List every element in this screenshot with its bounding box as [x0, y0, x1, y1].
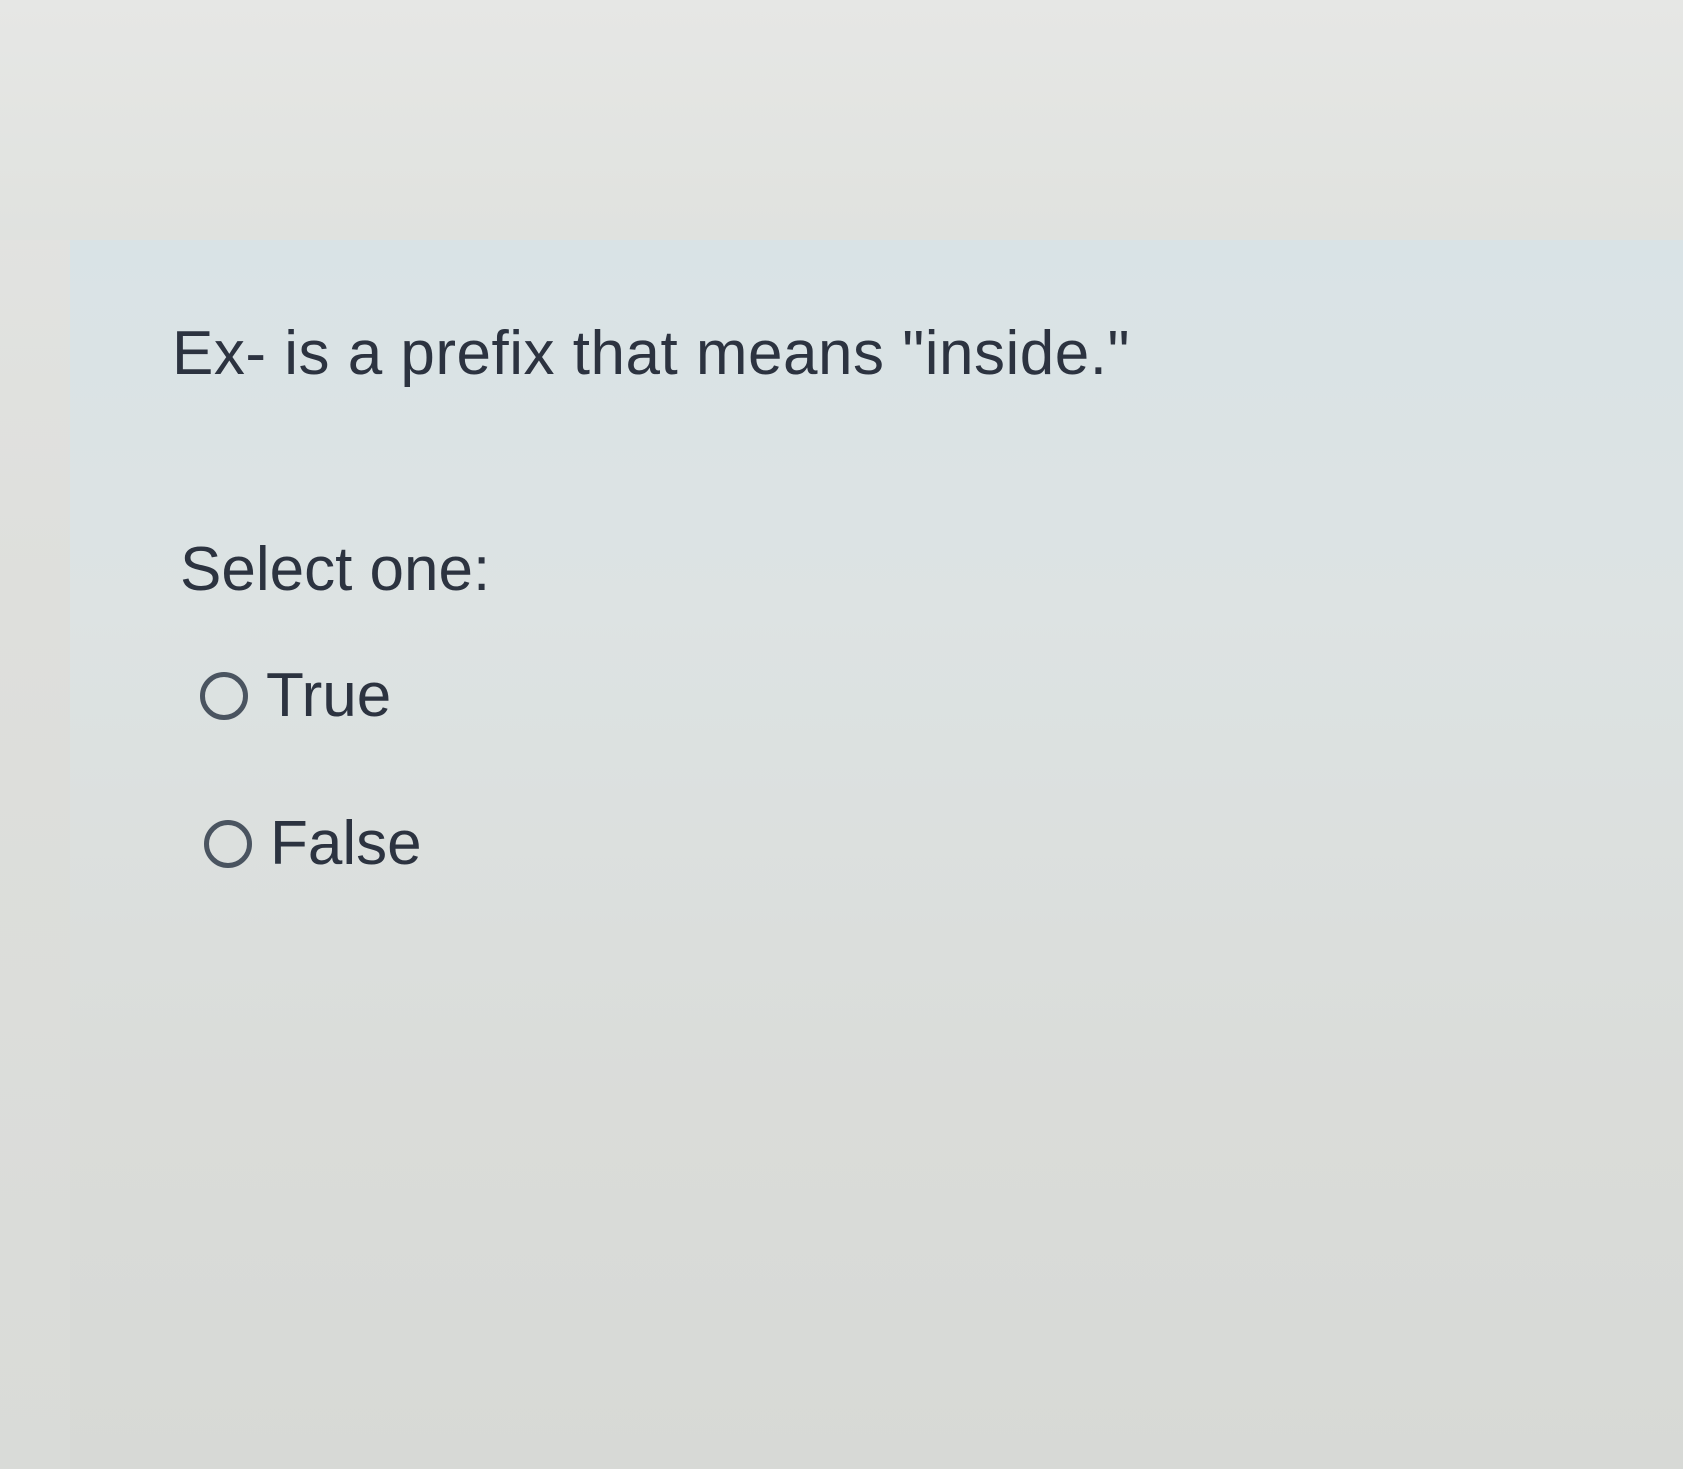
answer-option-true[interactable]: True	[200, 660, 391, 731]
radio-button-false[interactable]	[204, 819, 252, 868]
select-one-label: Select one:	[180, 535, 491, 604]
answer-option-false-label[interactable]: False	[270, 808, 422, 879]
radio-button-true[interactable]	[200, 671, 248, 720]
answer-option-true-label[interactable]: True	[266, 660, 391, 731]
question-text: Ex- is a prefix that means "inside."	[172, 319, 1130, 388]
quiz-page: Ex- is a prefix that means "inside." Sel…	[0, 0, 1683, 1469]
page-header-area	[0, 0, 1683, 240]
answer-option-false[interactable]: False	[204, 808, 422, 879]
